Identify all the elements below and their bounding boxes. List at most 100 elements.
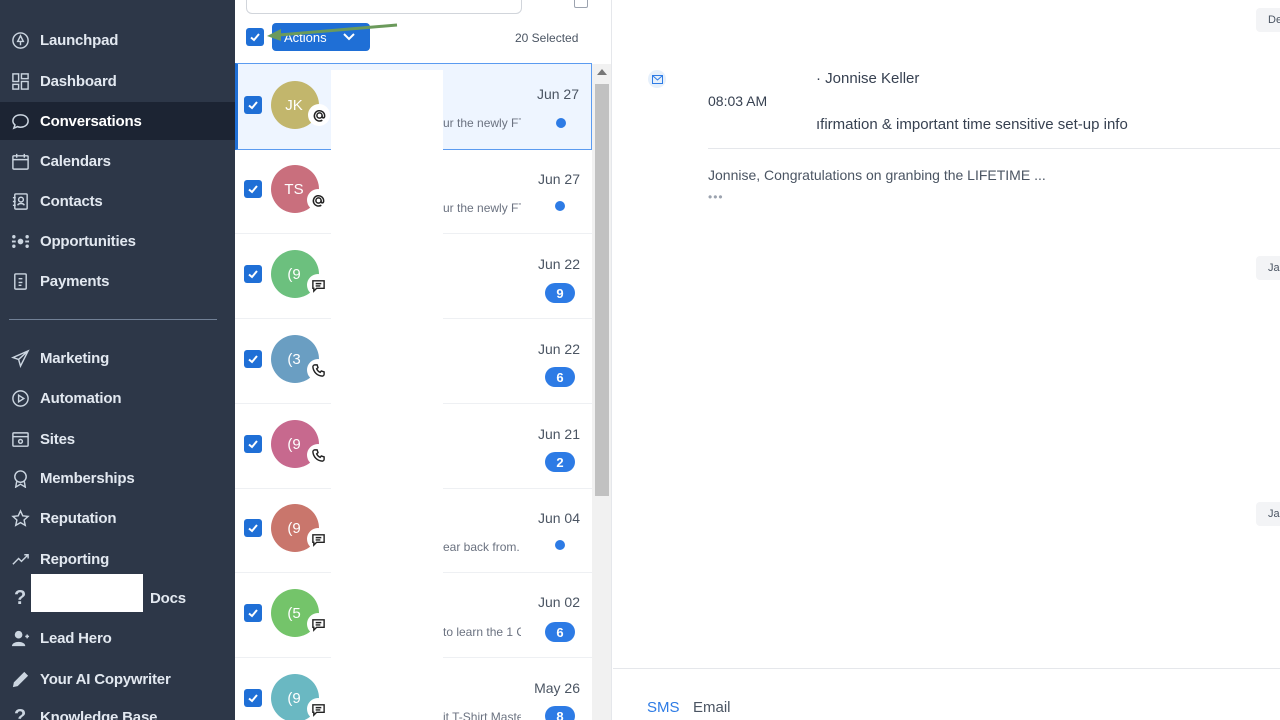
sidebar-item-dashboard[interactable]: Dashboard <box>0 62 235 100</box>
sidebar-item-knowledge-base[interactable]: ? Knowledge Base <box>0 698 235 720</box>
sidebar-item-label: Lead Hero <box>40 629 112 647</box>
message-divider <box>708 148 1280 149</box>
row-snippet: ur the newly FT <box>443 201 521 215</box>
sms-icon <box>307 613 329 635</box>
message-time: 08:03 AM <box>708 93 768 109</box>
scroll-up-arrow-icon[interactable] <box>597 69 607 75</box>
row-checkbox[interactable] <box>244 350 262 368</box>
sidebar-item-label: Dashboard <box>40 72 117 90</box>
unread-dot <box>555 201 565 211</box>
row-checkbox[interactable] <box>244 604 262 622</box>
sidebar-item-label: Reputation <box>40 509 117 527</box>
unread-count-badge: 2 <box>545 452 575 472</box>
grid-icon <box>9 70 31 92</box>
composer: SMS Email <box>613 668 1280 720</box>
play-circle-icon <box>9 387 31 409</box>
sidebar-item-payments[interactable]: Payments <box>0 262 235 300</box>
sidebar-item-calendars[interactable]: Calendars <box>0 142 235 180</box>
avatar-initials: (9 <box>287 689 301 707</box>
sidebar-item-contacts[interactable]: Contacts <box>0 182 235 220</box>
sidebar-item-label: Sites <box>40 430 75 448</box>
avatar-initials: JK <box>285 96 303 114</box>
sidebar-item-marketing[interactable]: Marketing <box>0 339 235 377</box>
award-icon <box>9 467 31 489</box>
sidebar-item-label: Memberships <box>40 469 135 487</box>
redacted-region <box>31 574 143 612</box>
tab-email[interactable]: Email <box>693 699 731 716</box>
sidebar-item-memberships[interactable]: Memberships <box>0 459 235 497</box>
compose-icon[interactable] <box>574 0 588 8</box>
avatar-initials: (9 <box>287 519 301 537</box>
row-snippet: to learn the 1 C <box>443 625 521 639</box>
paper-plane-icon <box>9 347 31 369</box>
row-checkbox[interactable] <box>244 265 262 283</box>
row-checkbox[interactable] <box>244 435 262 453</box>
filter-icon[interactable] <box>541 0 555 8</box>
sidebar-item-label: Automation <box>40 389 122 407</box>
row-date: May 26 <box>534 680 580 696</box>
row-checkbox[interactable] <box>244 689 262 707</box>
row-date: Jun 21 <box>537 426 580 442</box>
row-checkbox[interactable] <box>244 96 262 114</box>
check-icon <box>248 355 258 364</box>
avatar-initials: (9 <box>287 265 301 283</box>
at-icon <box>308 104 330 126</box>
contact-card-icon <box>9 190 31 212</box>
date-separator: Ja <box>1256 256 1280 280</box>
sidebar-item-lead-hero[interactable]: Lead Hero <box>0 619 235 657</box>
sidebar-item-label: Knowledge Base <box>40 708 158 720</box>
tab-sms[interactable]: SMS <box>647 699 680 716</box>
expand-message-button[interactable]: ••• <box>708 190 724 204</box>
question-icon: ? <box>13 705 27 720</box>
row-date: Jun 02 <box>537 594 580 610</box>
sidebar-item-label: Payments <box>40 272 110 290</box>
phone-icon <box>307 359 329 381</box>
check-icon <box>248 185 258 194</box>
sidebar-item-conversations[interactable]: Conversations <box>0 102 235 140</box>
sidebar-item-automation[interactable]: Automation <box>0 379 235 417</box>
conversation-list: Actions 20 Selected JK Jun 27 ur the new… <box>235 0 612 720</box>
sidebar-item-opportunities[interactable]: Opportunities <box>0 222 235 260</box>
unread-count-badge: 6 <box>545 367 575 387</box>
avatar-initials: TS <box>284 180 304 198</box>
message-from: · Jonnise Keller <box>816 70 920 87</box>
sidebar-divider <box>9 319 217 320</box>
check-icon <box>248 609 258 618</box>
row-checkbox[interactable] <box>244 519 262 537</box>
sidebar-item-label: Conversations <box>40 112 142 130</box>
sidebar-item-sites[interactable]: Sites <box>0 420 235 458</box>
row-date: Jun 22 <box>537 341 580 357</box>
scrollbar-thumb[interactable] <box>595 84 609 496</box>
sidebar-item-label: Docs <box>150 589 186 607</box>
sidebar: Launchpad Dashboard Conversations Calend… <box>0 0 235 720</box>
sidebar-item-label: Calendars <box>40 152 111 170</box>
at-icon <box>307 189 329 211</box>
unread-count-badge: 9 <box>545 283 575 303</box>
row-snippet: ur the newly FT <box>443 116 521 130</box>
avatar-initials: (9 <box>287 435 301 453</box>
scrollbar[interactable] <box>592 64 611 720</box>
sms-icon <box>307 274 329 296</box>
row-checkbox[interactable] <box>244 180 262 198</box>
star-icon <box>9 507 31 529</box>
sidebar-item-label: Opportunities <box>40 232 136 250</box>
sidebar-item-launchpad[interactable]: Launchpad <box>0 21 235 59</box>
message-subject: ıfirmation & important time sensitive se… <box>816 116 1128 133</box>
browser-icon <box>9 428 31 450</box>
user-plus-icon <box>9 627 31 649</box>
phone-icon <box>307 444 329 466</box>
chat-bubble-icon <box>9 110 31 132</box>
row-date: Jun 27 <box>537 171 580 187</box>
question-icon: ? <box>13 586 27 609</box>
sidebar-item-label: Reporting <box>40 550 110 568</box>
sidebar-item-ai-copywriter[interactable]: Your AI Copywriter <box>0 660 235 698</box>
sidebar-item-reporting[interactable]: Reporting <box>0 540 235 578</box>
message-body: Jonnise, Congratulations on granbing the… <box>708 167 1046 183</box>
check-icon <box>248 440 258 449</box>
unread-count-badge: 6 <box>545 622 575 642</box>
sidebar-item-reputation[interactable]: Reputation <box>0 499 235 537</box>
row-date: Jun 04 <box>537 510 580 526</box>
date-separator: De <box>1256 8 1280 32</box>
app-window: Launchpad Dashboard Conversations Calend… <box>0 0 1280 720</box>
avatar-initials: (3 <box>287 350 301 368</box>
